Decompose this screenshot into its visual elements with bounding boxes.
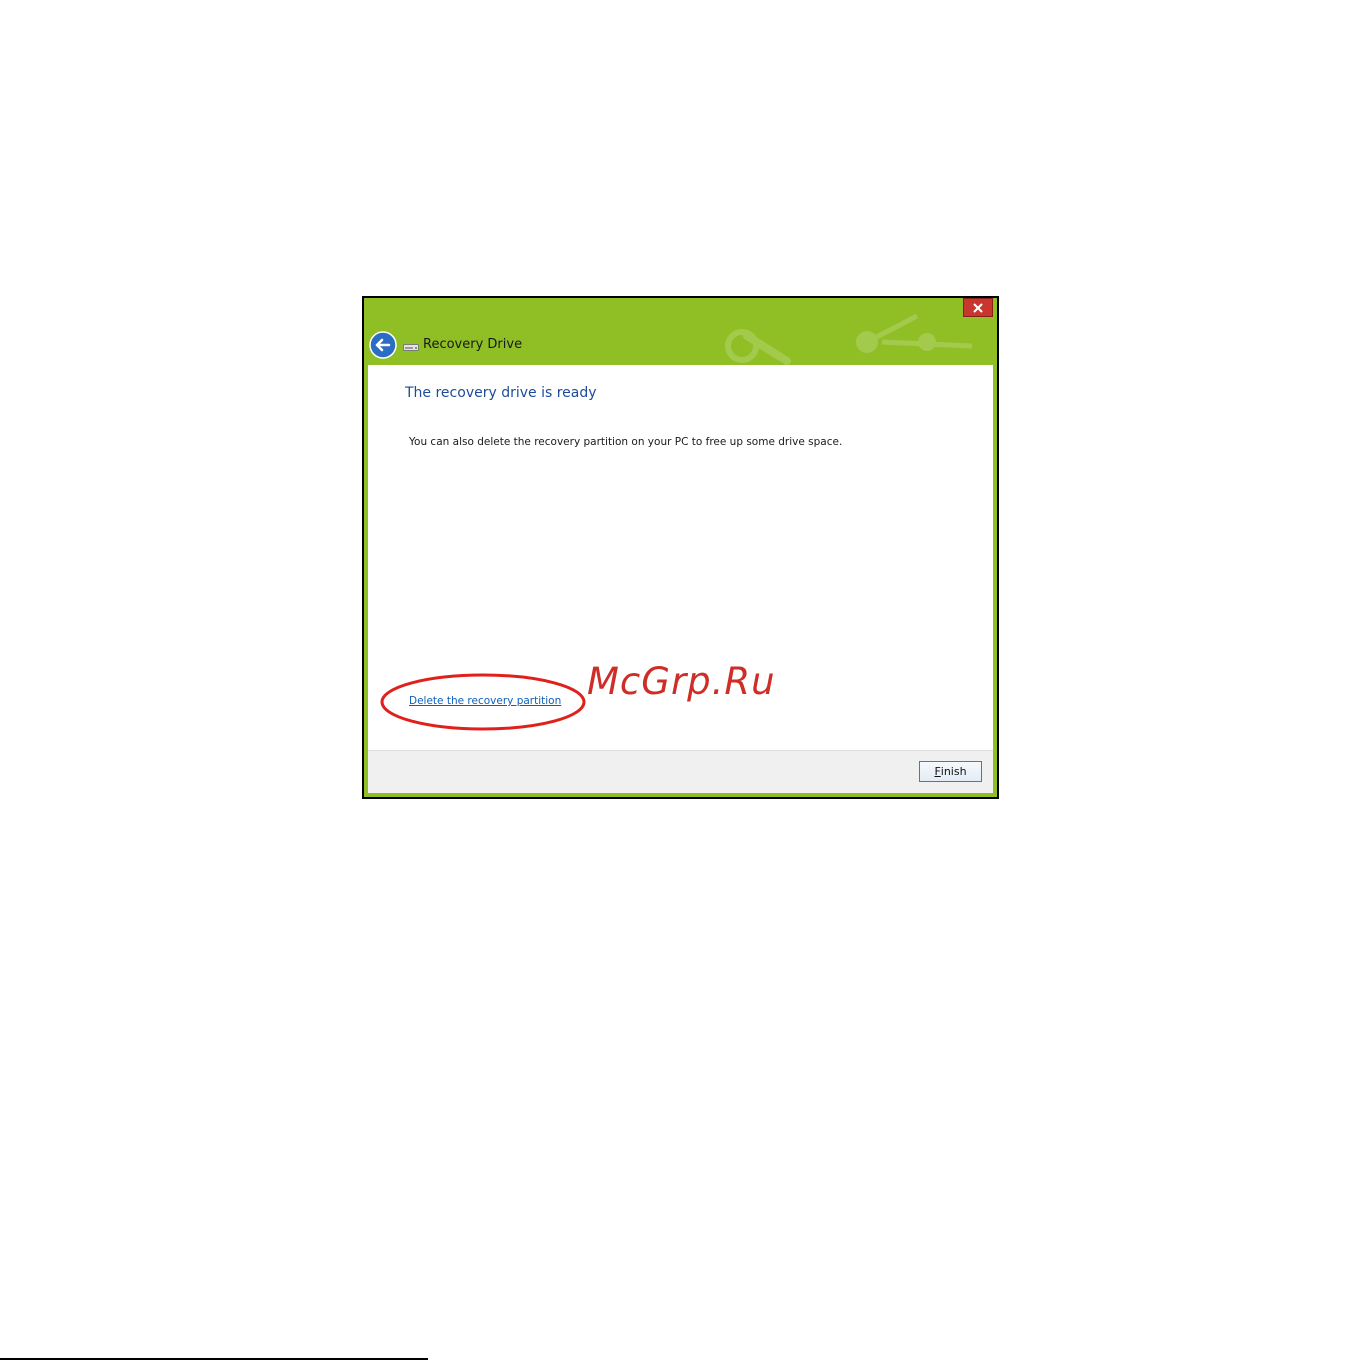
footer-bar: Finish: [368, 750, 993, 793]
close-icon: [973, 302, 983, 313]
titlebar-decoration: [725, 313, 973, 365]
close-button[interactable]: [963, 298, 993, 317]
recovery-drive-window: Recovery Drive The recovery drive is rea…: [362, 296, 999, 799]
window-title: Recovery Drive: [423, 337, 523, 352]
finish-button-label: inish: [940, 765, 967, 778]
delete-recovery-partition-link[interactable]: Delete the recovery partition: [409, 694, 561, 708]
finish-button[interactable]: Finish: [919, 761, 982, 782]
usb-drive-icon: [403, 344, 419, 351]
page-heading: The recovery drive is ready: [405, 385, 597, 401]
watermark-text: McGrp.Ru: [587, 660, 776, 703]
page-bottom-rule: [0, 1358, 428, 1360]
back-button[interactable]: [369, 331, 397, 359]
description-text: You can also delete the recovery partiti…: [409, 436, 843, 448]
